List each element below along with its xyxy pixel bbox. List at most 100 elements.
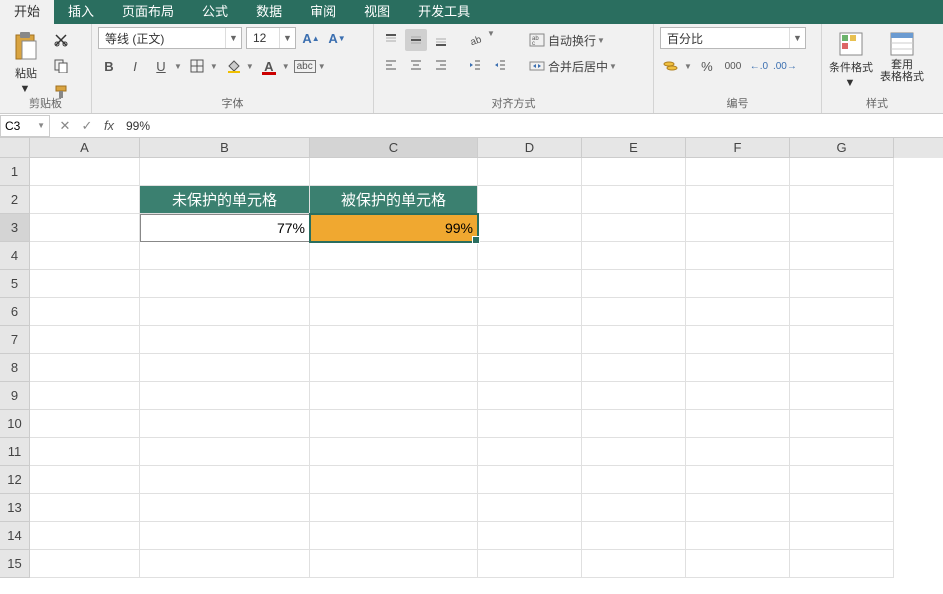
cell-A12[interactable] (30, 466, 140, 494)
orientation-dropdown-icon[interactable]: ▼ (487, 29, 495, 51)
cell-C6[interactable] (310, 298, 478, 326)
cell-F1[interactable] (686, 158, 790, 186)
cell-B15[interactable] (140, 550, 310, 578)
cell-B6[interactable] (140, 298, 310, 326)
cell-E14[interactable] (582, 522, 686, 550)
cell-E5[interactable] (582, 270, 686, 298)
cell-A13[interactable] (30, 494, 140, 522)
decrease-decimal-button[interactable]: .00→ (774, 55, 796, 77)
col-header-G[interactable]: G (790, 138, 894, 158)
row-header-15[interactable]: 15 (0, 550, 30, 578)
cell-D9[interactable] (478, 382, 582, 410)
cell-G3[interactable] (790, 214, 894, 242)
row-header-10[interactable]: 10 (0, 410, 30, 438)
cell-B5[interactable] (140, 270, 310, 298)
row-header-1[interactable]: 1 (0, 158, 30, 186)
select-all-corner[interactable] (0, 138, 30, 158)
fill-dropdown-icon[interactable]: ▼ (246, 62, 254, 71)
cell-B10[interactable] (140, 410, 310, 438)
cell-E8[interactable] (582, 354, 686, 382)
cell-A10[interactable] (30, 410, 140, 438)
cell-E9[interactable] (582, 382, 686, 410)
row-header-4[interactable]: 4 (0, 242, 30, 270)
cell-G7[interactable] (790, 326, 894, 354)
cell-C10[interactable] (310, 410, 478, 438)
cell-F10[interactable] (686, 410, 790, 438)
border-button[interactable] (186, 55, 208, 77)
cell-D8[interactable] (478, 354, 582, 382)
col-header-E[interactable]: E (582, 138, 686, 158)
fx-button[interactable]: fx (98, 118, 120, 133)
cell-D5[interactable] (478, 270, 582, 298)
row-header-11[interactable]: 11 (0, 438, 30, 466)
cell-F4[interactable] (686, 242, 790, 270)
col-header-C[interactable]: C (310, 138, 478, 158)
cell-F6[interactable] (686, 298, 790, 326)
decrease-indent-button[interactable] (464, 54, 486, 76)
cell-B13[interactable] (140, 494, 310, 522)
cell-E11[interactable] (582, 438, 686, 466)
cell-E13[interactable] (582, 494, 686, 522)
cell-B7[interactable] (140, 326, 310, 354)
cell-F8[interactable] (686, 354, 790, 382)
cell-D3[interactable] (478, 214, 582, 242)
cell-A7[interactable] (30, 326, 140, 354)
cell-D14[interactable] (478, 522, 582, 550)
increase-decimal-button[interactable]: ←.0 (748, 55, 770, 77)
font-size-combo[interactable]: 12 ▼ (246, 27, 296, 49)
cell-D10[interactable] (478, 410, 582, 438)
cell-F13[interactable] (686, 494, 790, 522)
cell-G8[interactable] (790, 354, 894, 382)
phonetic-dropdown-icon[interactable]: ▼ (318, 62, 326, 71)
cell-D6[interactable] (478, 298, 582, 326)
decrease-font-button[interactable]: A▼ (326, 27, 348, 49)
cell-G12[interactable] (790, 466, 894, 494)
cell-C1[interactable] (310, 158, 478, 186)
cell-D11[interactable] (478, 438, 582, 466)
align-right-button[interactable] (430, 54, 452, 76)
cell-F15[interactable] (686, 550, 790, 578)
currency-button[interactable] (660, 55, 682, 77)
row-header-8[interactable]: 8 (0, 354, 30, 382)
tab-layout[interactable]: 页面布局 (108, 0, 188, 24)
cell-B9[interactable] (140, 382, 310, 410)
cell-G11[interactable] (790, 438, 894, 466)
copy-button[interactable] (50, 55, 72, 77)
font-size-dropdown-icon[interactable]: ▼ (279, 28, 295, 48)
cell-B14[interactable] (140, 522, 310, 550)
cell-G14[interactable] (790, 522, 894, 550)
cell-B12[interactable] (140, 466, 310, 494)
tab-data[interactable]: 数据 (242, 0, 296, 24)
cell-D12[interactable] (478, 466, 582, 494)
cell-A2[interactable] (30, 186, 140, 214)
align-bottom-button[interactable] (430, 29, 452, 51)
col-header-A[interactable]: A (30, 138, 140, 158)
formula-input[interactable]: 99% (120, 115, 943, 137)
font-color-button[interactable]: A (258, 55, 280, 77)
tab-insert[interactable]: 插入 (54, 0, 108, 24)
row-header-9[interactable]: 9 (0, 382, 30, 410)
italic-button[interactable]: I (124, 55, 146, 77)
fill-color-button[interactable] (222, 55, 244, 77)
cancel-entry-button[interactable]: ✕ (54, 118, 76, 134)
paste-button[interactable]: 粘贴 ▼ (6, 27, 46, 95)
row-header-2[interactable]: 2 (0, 186, 30, 214)
tab-home[interactable]: 开始 (0, 0, 54, 24)
cell-D1[interactable] (478, 158, 582, 186)
name-box-dropdown-icon[interactable]: ▼ (37, 121, 45, 130)
cell-E3[interactable] (582, 214, 686, 242)
cell-B3[interactable]: 77% (140, 214, 310, 242)
cell-G6[interactable] (790, 298, 894, 326)
cells-grid[interactable]: 未保护的单元格被保护的单元格77%99% (30, 158, 943, 578)
increase-font-button[interactable]: A▲ (300, 27, 322, 49)
cell-E15[interactable] (582, 550, 686, 578)
cell-A1[interactable] (30, 158, 140, 186)
cell-D2[interactable] (478, 186, 582, 214)
percent-button[interactable]: % (696, 55, 718, 77)
cell-D4[interactable] (478, 242, 582, 270)
cell-C8[interactable] (310, 354, 478, 382)
conditional-format-button[interactable]: 条件格式 ▼ (828, 27, 874, 89)
currency-dropdown-icon[interactable]: ▼ (684, 62, 692, 71)
orientation-button[interactable]: ab (464, 29, 486, 51)
cell-F11[interactable] (686, 438, 790, 466)
